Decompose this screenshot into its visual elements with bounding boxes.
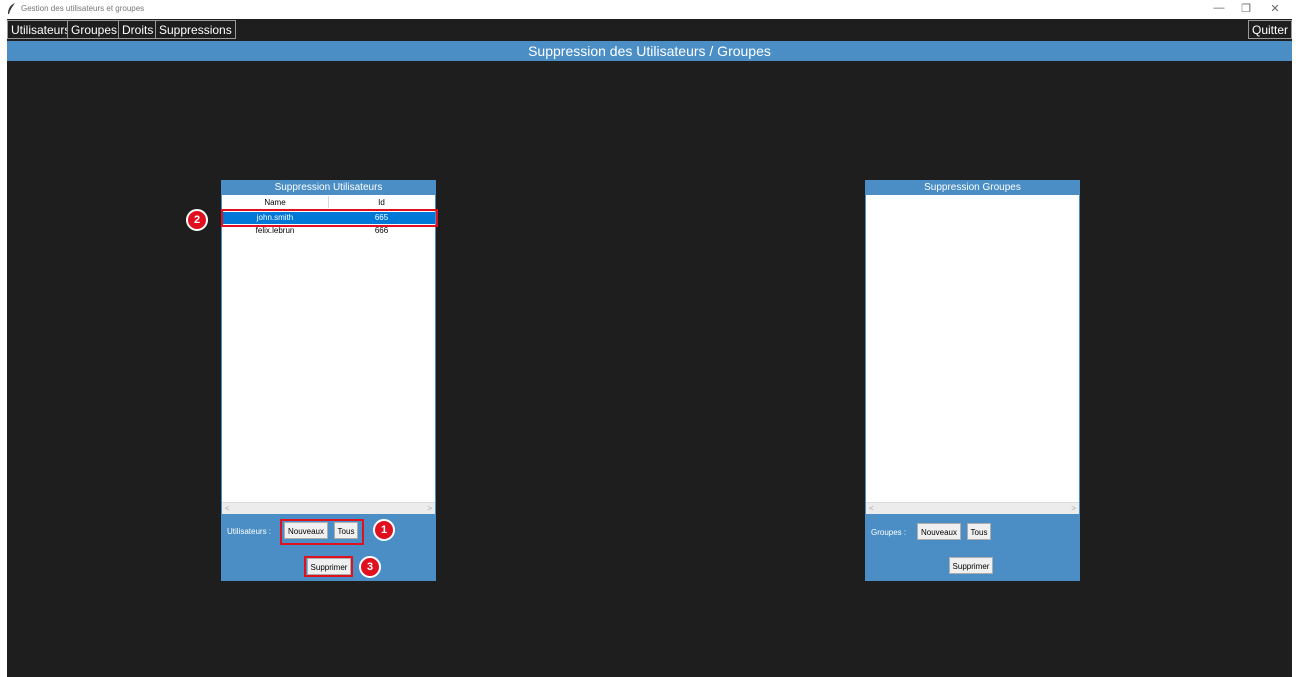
- groups-panel: Suppression Groupes < > Groupes : Nouvea…: [865, 180, 1080, 581]
- annotation-marker-1: 1: [373, 519, 395, 541]
- menu-utilisateurs[interactable]: Utilisateurs: [7, 20, 75, 39]
- minimize-button[interactable]: —: [1209, 2, 1229, 14]
- feather-icon: [8, 3, 15, 14]
- groups-panel-title: Suppression Groupes: [924, 182, 1021, 193]
- users-filter-label: Utilisateurs :: [227, 527, 272, 536]
- new-groups-button[interactable]: Nouveaux: [917, 523, 961, 540]
- page-title: Suppression des Utilisateurs / Groupes: [7, 41, 1292, 61]
- users-list[interactable]: Name Id john.smith 665 felix.lebrun 666: [222, 195, 435, 514]
- menu-bar: Utilisateurs Groupes Droits Suppressions…: [7, 19, 1292, 41]
- groups-filter-label: Groupes :: [871, 528, 907, 537]
- column-header-name[interactable]: Name: [222, 198, 328, 207]
- annotation-marker-3: 3: [359, 556, 381, 578]
- scroll-left-icon[interactable]: <: [869, 503, 874, 514]
- scroll-right-icon[interactable]: >: [427, 503, 432, 514]
- close-button[interactable]: ✕: [1265, 2, 1285, 15]
- menu-droits[interactable]: Droits: [118, 20, 158, 39]
- delete-groups-button[interactable]: Supprimer: [949, 557, 993, 574]
- highlight-selected-row: [221, 209, 438, 227]
- users-panel-title: Suppression Utilisateurs: [274, 182, 383, 193]
- groups-list[interactable]: [866, 195, 1079, 514]
- all-groups-button[interactable]: Tous: [967, 523, 991, 540]
- title-bar: Gestion des utilisateurs et groupes — ❐ …: [0, 0, 1299, 19]
- highlight-filter-buttons: [280, 519, 364, 545]
- scroll-left-icon[interactable]: <: [225, 503, 230, 514]
- maximize-button[interactable]: ❐: [1236, 2, 1256, 15]
- horizontal-scrollbar[interactable]: < >: [866, 502, 1079, 514]
- window-title: Gestion des utilisateurs et groupes: [21, 4, 145, 13]
- column-header-id[interactable]: Id: [328, 198, 435, 207]
- app-window: Utilisateurs Groupes Droits Suppressions…: [7, 19, 1292, 677]
- horizontal-scrollbar[interactable]: < >: [222, 502, 435, 514]
- highlight-delete-button: [304, 556, 353, 577]
- menu-groupes[interactable]: Groupes: [67, 20, 122, 39]
- quit-button[interactable]: Quitter: [1247, 20, 1292, 39]
- annotation-marker-2: 2: [186, 209, 208, 231]
- menu-suppressions[interactable]: Suppressions: [155, 20, 236, 39]
- scroll-right-icon[interactable]: >: [1071, 503, 1076, 514]
